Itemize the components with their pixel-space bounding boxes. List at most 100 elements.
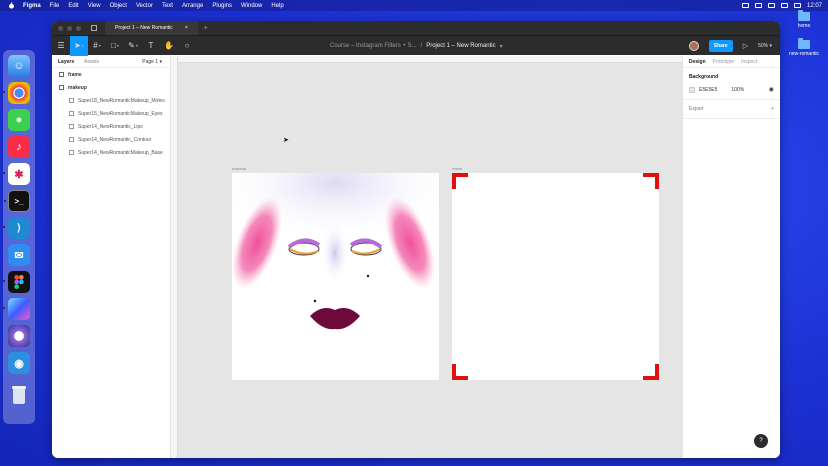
layer-item[interactable]: Super14_NewRomanticMakeup_Base (52, 146, 170, 159)
control-center-icon[interactable] (793, 3, 801, 8)
canvas[interactable]: makeup frame (171, 56, 682, 458)
menu-arrange[interactable]: Arrange (182, 3, 203, 9)
dock-sparkar-icon[interactable] (3, 298, 30, 320)
file-path-current[interactable]: Project 1 – New Romantic (426, 43, 495, 49)
zoom-dropdown[interactable]: 50% ▾ (758, 43, 772, 49)
share-button[interactable]: Share (708, 40, 733, 52)
file-path[interactable]: Course – Instagram Filters + S... / Proj… (330, 36, 503, 56)
menu-file[interactable]: File (50, 3, 60, 9)
layer-label: Super15_NewRomanticMakeup_Eyes (78, 110, 163, 117)
layer-item-makeup[interactable]: makeup (52, 81, 170, 94)
close-tab-icon[interactable]: × (185, 25, 188, 31)
pen-tool-icon[interactable]: ✎ ▾ (124, 36, 142, 56)
wifi-icon[interactable] (767, 3, 775, 8)
file-tab[interactable]: Project 1 – New Romantic × (105, 21, 198, 35)
menu-help[interactable]: Help (271, 3, 283, 9)
shape-tool-icon[interactable]: □ ▾ (106, 36, 124, 56)
menu-edit[interactable]: Edit (68, 3, 78, 9)
background-opacity[interactable]: 100% (731, 87, 744, 93)
comment-tool-icon[interactable]: ○ (178, 36, 196, 56)
layers-panel-tabs: Layers Assets Page 1 ▾ (52, 56, 170, 68)
files-home-icon[interactable] (91, 25, 97, 31)
page-selector[interactable]: Page 1 ▾ (142, 59, 162, 65)
eye-icon[interactable]: ◉ (769, 86, 774, 93)
menu-text[interactable]: Text (162, 3, 173, 9)
background-heading: Background (689, 74, 719, 80)
dock-terminal-icon[interactable]: >_ (4, 190, 30, 212)
clock[interactable]: 12:07 (807, 3, 822, 9)
frame-makeup[interactable] (232, 173, 439, 380)
color-swatch[interactable] (689, 86, 695, 93)
file-path-parent[interactable]: Course – Instagram Filters + S... (330, 43, 417, 49)
ruler-horizontal (171, 56, 682, 63)
tab-inspect[interactable]: Inspect (741, 59, 757, 65)
menu-plugins[interactable]: Plugins (212, 3, 232, 9)
dock-chrome-icon[interactable] (3, 82, 30, 104)
search-icon[interactable] (780, 3, 788, 8)
dock-finder-icon[interactable]: ☺ (8, 55, 30, 77)
background-hex[interactable]: E5E5E5 (699, 87, 717, 93)
new-tab-icon[interactable]: + (204, 25, 208, 32)
move-tool-icon[interactable]: ➤ ▾ (70, 35, 88, 56)
folder-icon (798, 38, 810, 49)
close-button[interactable] (58, 25, 63, 31)
layer-item[interactable]: Super18_NewRomanticMakeup_Moles (52, 94, 170, 107)
dock-music-icon[interactable]: ♪ (8, 136, 30, 158)
design-panel: Design Prototype Inspect Background E5E5… (682, 56, 780, 458)
layer-item-frame[interactable]: frame (52, 68, 170, 81)
export-row[interactable]: Export + (689, 106, 774, 112)
dock-tweetbot-icon[interactable]: ◉ (8, 352, 30, 374)
image-icon (69, 98, 74, 103)
frame-icon (59, 72, 64, 77)
desktop-folder-new-romantic[interactable]: new-romantic (784, 38, 824, 57)
dock-slack-icon[interactable]: ✱ (3, 163, 30, 185)
text-tool-icon[interactable]: T (142, 36, 160, 56)
maximize-button[interactable] (76, 25, 81, 31)
layer-item[interactable]: Super14_NewRomantic_Lips (52, 120, 170, 133)
frame-label-makeup[interactable]: makeup (232, 166, 246, 171)
frame-frame[interactable] (452, 173, 659, 380)
desktop-folder-home[interactable]: home (784, 10, 824, 29)
dock-figma-icon[interactable] (3, 271, 30, 293)
mouse-cursor-icon: ➤ (283, 137, 289, 144)
menu-view[interactable]: View (88, 3, 101, 9)
layer-label: Super14_NewRomantic_Contour (78, 136, 152, 143)
tab-layers[interactable]: Layers (58, 59, 74, 65)
battery-icon[interactable] (754, 3, 762, 8)
tab-design[interactable]: Design (689, 59, 706, 65)
minimize-button[interactable] (67, 25, 72, 31)
help-button[interactable]: ? (754, 434, 768, 448)
menu-object[interactable]: Object (110, 3, 127, 9)
dock-mail-icon[interactable]: ✉ (8, 244, 30, 266)
avatar[interactable] (688, 41, 699, 51)
design-panel-tabs: Design Prototype Inspect (683, 56, 780, 68)
frame-tool-icon[interactable]: # ▾ (88, 36, 106, 56)
layer-label: Super14_NewRomantic_Lips (78, 123, 143, 130)
menu-window[interactable]: Window (241, 3, 262, 9)
chevron-down-icon[interactable]: ▾ (500, 43, 503, 50)
status-area: 12:07 (741, 0, 822, 11)
layers-panel: Layers Assets Page 1 ▾ frame makeup Supe… (52, 56, 171, 458)
export-section: Export + (683, 100, 780, 119)
add-export-icon[interactable]: + (771, 106, 774, 112)
dock-vscode-icon[interactable]: ⟩ (3, 217, 30, 239)
layer-item[interactable]: Super14_NewRomantic_Contour (52, 133, 170, 146)
apple-icon[interactable] (8, 2, 15, 9)
layer-item[interactable]: Super15_NewRomanticMakeup_Eyes (52, 107, 170, 120)
zoom-value: 50% (758, 43, 769, 49)
screen-record-icon[interactable] (741, 3, 749, 8)
tab-prototype[interactable]: Prototype (713, 59, 734, 65)
toolbar-right: Share ▷ 50% ▾ (688, 36, 772, 56)
hand-tool-icon[interactable]: ✋ (160, 36, 178, 56)
frame-label-frame[interactable]: frame (452, 166, 462, 171)
tab-assets[interactable]: Assets (84, 59, 99, 65)
image-icon (69, 124, 74, 129)
dock-photo-app-icon[interactable] (8, 325, 30, 347)
dock-messages-icon[interactable]: ● (8, 109, 30, 131)
menu-app-name[interactable]: Figma (23, 3, 41, 9)
main-menu-icon[interactable]: ☰ (52, 36, 70, 56)
dock-trash-icon[interactable] (8, 384, 30, 406)
menu-vector[interactable]: Vector (136, 3, 153, 9)
present-icon[interactable]: ▷ (743, 42, 748, 50)
folder-label: home (797, 23, 811, 29)
